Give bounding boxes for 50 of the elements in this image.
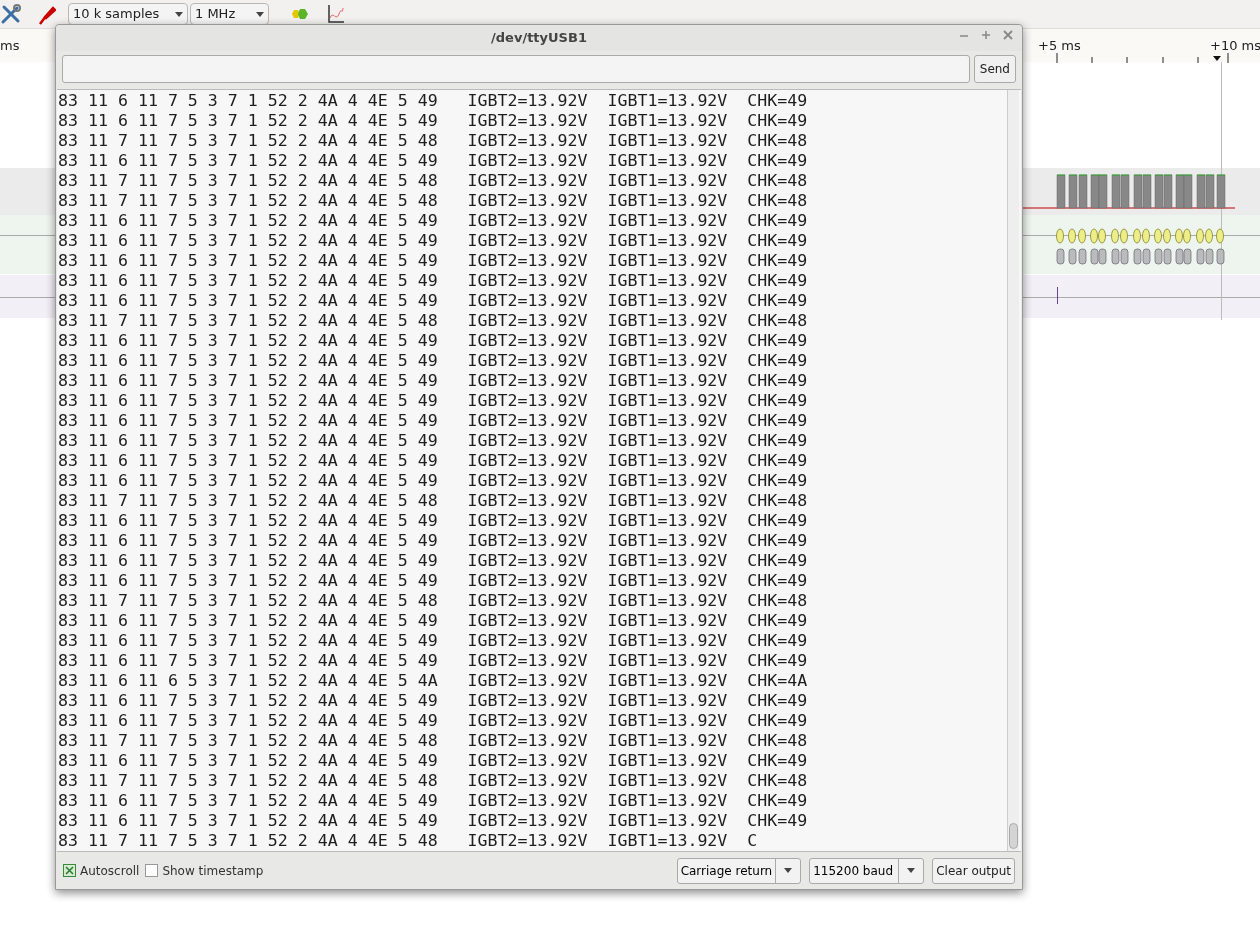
serial-output-line: 83 11 6 11 7 5 3 7 1 52 2 4A 4 4E 5 49 IGBT2=13.92V IGBT1=13.92V CHK=49 <box>58 271 808 291</box>
window-title: /dev/ttyUSB1 <box>491 29 587 48</box>
serial-output-line: 83 11 6 11 7 5 3 7 1 52 2 4A 4 4E 5 49 IGBT2=13.92V IGBT1=13.92V CHK=49 <box>58 111 808 131</box>
serial-output-line: 83 11 6 11 7 5 3 7 1 52 2 4A 4 4E 5 49 IGBT2=13.92V IGBT1=13.92V CHK=49 <box>58 91 808 111</box>
serial-output-line: 83 11 6 11 7 5 3 7 1 52 2 4A 4 4E 5 49 IGBT2=13.92V IGBT1=13.92V CHK=49 <box>58 511 808 531</box>
serial-output-line: 83 11 6 11 7 5 3 7 1 52 2 4A 4 4E 5 49 IGBT2=13.92V IGBT1=13.92V CHK=49 <box>58 371 808 391</box>
serial-output-line: 83 11 7 11 7 5 3 7 1 52 2 4A 4 4E 5 48 IGBT2=13.92V IGBT1=13.92V C <box>58 831 758 851</box>
serial-output-line: 83 11 7 11 7 5 3 7 1 52 2 4A 4 4E 5 48 IGBT2=13.92V IGBT1=13.92V CHK=48 <box>58 171 808 191</box>
serial-output-line: 83 11 6 11 7 5 3 7 1 52 2 4A 4 4E 5 49 IGBT2=13.92V IGBT1=13.92V CHK=49 <box>58 551 808 571</box>
serial-output-line: 83 11 6 11 7 5 3 7 1 52 2 4A 4 4E 5 49 IGBT2=13.92V IGBT1=13.92V CHK=49 <box>58 251 808 271</box>
ruler-label: ms <box>0 37 20 55</box>
serial-output-line: 83 11 6 11 7 5 3 7 1 52 2 4A 4 4E 5 49 IGBT2=13.92V IGBT1=13.92V CHK=49 <box>58 651 808 671</box>
serial-output-line: 83 11 6 11 7 5 3 7 1 52 2 4A 4 4E 5 49 IGBT2=13.92V IGBT1=13.92V CHK=49 <box>58 231 808 251</box>
serial-output-line: 83 11 7 11 7 5 3 7 1 52 2 4A 4 4E 5 48 IGBT2=13.92V IGBT1=13.92V CHK=48 <box>58 191 808 211</box>
serial-output-line: 83 11 7 11 7 5 3 7 1 52 2 4A 4 4E 5 48 IGBT2=13.92V IGBT1=13.92V CHK=48 <box>58 591 808 611</box>
serial-output-line: 83 11 6 11 7 5 3 7 1 52 2 4A 4 4E 5 49 IGBT2=13.92V IGBT1=13.92V CHK=49 <box>58 431 808 451</box>
serial-output-line: 83 11 6 11 7 5 3 7 1 52 2 4A 4 4E 5 49 IGBT2=13.92V IGBT1=13.92V CHK=49 <box>58 291 808 311</box>
checkbox-label: Show timestamp <box>162 862 264 880</box>
dropdown[interactable]: 1 MHz <box>190 3 269 25</box>
serial-output-line: 83 11 6 11 7 5 3 7 1 52 2 4A 4 4E 5 49 IGBT2=13.92V IGBT1=13.92V CHK=49 <box>58 411 808 431</box>
serial-output-line: 83 11 6 11 7 5 3 7 1 52 2 4A 4 4E 5 49 IGBT2=13.92V IGBT1=13.92V CHK=49 <box>58 531 808 551</box>
serial-output-line: 83 11 6 11 6 5 3 7 1 52 2 4A 4 4E 5 4A IGBT2=13.92V IGBT1=13.92V CHK=4A <box>58 671 808 691</box>
serial-output-line: 83 11 6 11 7 5 3 7 1 52 2 4A 4 4E 5 49 IGBT2=13.92V IGBT1=13.92V CHK=49 <box>58 471 808 491</box>
checkbox-label: Autoscroll <box>80 862 140 880</box>
serial-output-line: 83 11 6 11 7 5 3 7 1 52 2 4A 4 4E 5 49 IGBT2=13.92V IGBT1=13.92V CHK=49 <box>58 691 808 711</box>
serial-output-line: 83 11 6 11 7 5 3 7 1 52 2 4A 4 4E 5 49 IGBT2=13.92V IGBT1=13.92V CHK=49 <box>58 211 808 231</box>
serial-output-line: 83 11 6 11 7 5 3 7 1 52 2 4A 4 4E 5 49 IGBT2=13.92V IGBT1=13.92V CHK=49 <box>58 151 808 171</box>
line-ending-dropdown[interactable]: Carriage return <box>676 857 802 884</box>
serial-output-line: 83 11 6 11 7 5 3 7 1 52 2 4A 4 4E 5 49 IGBT2=13.92V IGBT1=13.92V CHK=49 <box>58 351 808 371</box>
serial-output-line: 83 11 6 11 7 5 3 7 1 52 2 4A 4 4E 5 49 IGBT2=13.92V IGBT1=13.92V CHK=49 <box>58 751 808 771</box>
ruler-label: +10 ms <box>1210 37 1260 55</box>
serial-output-line: 83 11 6 11 7 5 3 7 1 52 2 4A 4 4E 5 49 IGBT2=13.92V IGBT1=13.92V CHK=49 <box>58 391 808 411</box>
clear-output-button[interactable]: Clear output <box>932 857 1015 884</box>
serial-output-line: 83 11 7 11 7 5 3 7 1 52 2 4A 4 4E 5 48 IGBT2=13.92V IGBT1=13.92V CHK=48 <box>58 131 808 151</box>
dropdown[interactable]: 10 k samples <box>68 3 188 25</box>
serial-output-line: 83 11 6 11 7 5 3 7 1 52 2 4A 4 4E 5 49 IGBT2=13.92V IGBT1=13.92V CHK=49 <box>58 331 808 351</box>
serial-output-line: 83 11 6 11 7 5 3 7 1 52 2 4A 4 4E 5 49 IGBT2=13.92V IGBT1=13.92V CHK=49 <box>58 631 808 651</box>
ruler-label: +5 ms <box>1038 37 1081 55</box>
serial-output-line: 83 11 7 11 7 5 3 7 1 52 2 4A 4 4E 5 48 IGBT2=13.92V IGBT1=13.92V CHK=48 <box>58 311 808 331</box>
serial-output-line: 83 11 6 11 7 5 3 7 1 52 2 4A 4 4E 5 49 IGBT2=13.92V IGBT1=13.92V CHK=49 <box>58 711 808 731</box>
serial-output-line: 83 11 7 11 7 5 3 7 1 52 2 4A 4 4E 5 48 IGBT2=13.92V IGBT1=13.92V CHK=48 <box>58 771 808 791</box>
serial-output-line: 83 11 6 11 7 5 3 7 1 52 2 4A 4 4E 5 49 IGBT2=13.92V IGBT1=13.92V CHK=49 <box>58 811 808 831</box>
serial-output-line: 83 11 7 11 7 5 3 7 1 52 2 4A 4 4E 5 48 IGBT2=13.92V IGBT1=13.92V CHK=48 <box>58 731 808 751</box>
baud-rate-dropdown[interactable]: 115200 baud <box>809 857 925 884</box>
send-button[interactable]: Send <box>973 54 1016 83</box>
serial-output-line: 83 11 6 11 7 5 3 7 1 52 2 4A 4 4E 5 49 IGBT2=13.92V IGBT1=13.92V CHK=49 <box>58 791 808 811</box>
serial-output-line: 83 11 6 11 7 5 3 7 1 52 2 4A 4 4E 5 49 IGBT2=13.92V IGBT1=13.92V CHK=49 <box>58 611 808 631</box>
serial-output-line: 83 11 6 11 7 5 3 7 1 52 2 4A 4 4E 5 49 IGBT2=13.92V IGBT1=13.92V CHK=49 <box>58 451 808 471</box>
serial-output-line: 83 11 7 11 7 5 3 7 1 52 2 4A 4 4E 5 48 IGBT2=13.92V IGBT1=13.92V CHK=48 <box>58 491 808 511</box>
serial-output-line: 83 11 6 11 7 5 3 7 1 52 2 4A 4 4E 5 49 IGBT2=13.92V IGBT1=13.92V CHK=49 <box>58 571 808 591</box>
